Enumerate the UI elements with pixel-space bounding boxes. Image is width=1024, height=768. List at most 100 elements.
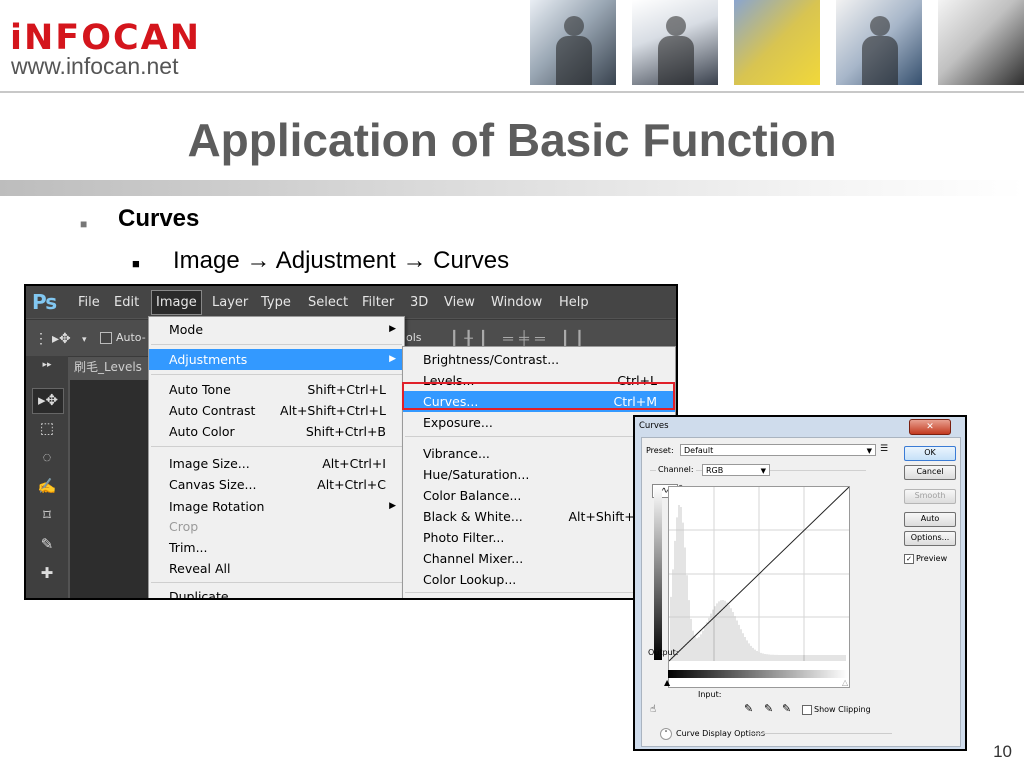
menu-item-shortcut: Shift+Ctrl+L bbox=[307, 382, 386, 397]
show-clipping-checkbox[interactable] bbox=[802, 705, 812, 715]
preview-label: Preview bbox=[916, 554, 948, 563]
header-photo-cables bbox=[734, 0, 820, 85]
grip-icon: ⋮ bbox=[34, 330, 48, 346]
menu-window[interactable]: Window bbox=[491, 295, 542, 310]
lasso-icon[interactable]: ◌ bbox=[32, 446, 62, 470]
menu-select[interactable]: Select bbox=[308, 295, 348, 310]
header-divider bbox=[0, 91, 1024, 93]
menu-type[interactable]: Type bbox=[261, 295, 291, 310]
chevron-down-icon[interactable]: ▾ bbox=[82, 334, 87, 345]
channel-label: Channel: bbox=[656, 465, 696, 474]
menu-item-label: Image Rotation bbox=[169, 499, 265, 514]
close-icon[interactable]: ✕ bbox=[909, 419, 951, 435]
dialog-body: Preset: Default ▼ ☰ Channel: RGB ▼ ∿ ✎ bbox=[641, 437, 961, 747]
align-icons[interactable]: ┃╂┃ ═╪═ ┃┃ bbox=[450, 330, 590, 347]
marquee-icon[interactable]: ⬚ bbox=[32, 417, 62, 441]
menu-item-reveal-all[interactable]: Reveal All bbox=[149, 558, 404, 579]
curve-graph-svg bbox=[668, 486, 850, 662]
preset-options-icon[interactable]: ☰ bbox=[880, 444, 888, 454]
menu-view[interactable]: View bbox=[444, 295, 475, 310]
options-button[interactable]: Options... bbox=[904, 531, 956, 546]
expand-options-icon[interactable]: ˅ bbox=[660, 728, 672, 740]
menu-item-auto-contrast[interactable]: Auto Contrast Alt+Shift+Ctrl+L bbox=[149, 400, 404, 421]
menu-item-crop[interactable]: Crop bbox=[149, 516, 404, 537]
healing-brush-icon[interactable]: ✚ bbox=[32, 562, 62, 586]
slide-title: Application of Basic Function bbox=[187, 114, 837, 166]
menu-item-label: Mode bbox=[169, 322, 204, 337]
show-clipping-label: Show Clipping bbox=[814, 705, 871, 714]
chevron-down-icon: ▼ bbox=[760, 467, 766, 475]
menu-separator bbox=[151, 374, 402, 375]
ok-button[interactable]: OK bbox=[904, 446, 956, 461]
target-adjust-icon[interactable]: ☝ bbox=[650, 704, 656, 715]
channel-dropdown[interactable]: RGB ▼ bbox=[702, 464, 770, 476]
menu-item-adjustments[interactable]: Adjustments ▶ bbox=[149, 349, 404, 370]
preset-dropdown[interactable]: Default ▼ bbox=[680, 444, 876, 456]
header-photo-keyboard bbox=[938, 0, 1024, 85]
black-point-slider-icon[interactable]: ▲ bbox=[664, 678, 670, 687]
dialog-title: Curves bbox=[639, 421, 669, 431]
menu-item-label: Trim... bbox=[169, 540, 208, 555]
page-number: 10 bbox=[993, 742, 1012, 761]
crop-icon[interactable]: ⌑ bbox=[32, 504, 62, 528]
white-eyedropper-icon[interactable]: ✎ bbox=[782, 702, 791, 715]
header-photo-office bbox=[836, 0, 922, 85]
move-tool-preset-icon[interactable]: ▸✥ bbox=[52, 330, 71, 347]
menu-help[interactable]: Help bbox=[559, 295, 589, 310]
menu-item-label: Hue/Saturation... bbox=[423, 467, 530, 482]
photoshop-screenshot: Ps File Edit Image Layer Type Select Filter 3D V… bbox=[24, 284, 678, 600]
menu-item-label: Duplicate... bbox=[169, 589, 241, 600]
smooth-button[interactable]: Smooth bbox=[904, 489, 956, 504]
infocan-logo: iNFOCAN bbox=[10, 18, 202, 58]
gray-eyedropper-icon[interactable]: ✎ bbox=[764, 702, 773, 715]
menu-item-shortcut: Alt+Ctrl+C bbox=[317, 477, 386, 492]
menu-item-image-size[interactable]: Image Size... Alt+Ctrl+I bbox=[149, 453, 404, 474]
menu-item-mode[interactable]: Mode ▶ bbox=[149, 319, 404, 340]
menu-filter[interactable]: Filter bbox=[362, 295, 394, 310]
menu-item-brightness-contrast[interactable]: Brightness/Contrast... bbox=[403, 349, 675, 370]
photoshop-logo: Ps bbox=[32, 290, 57, 314]
eyedropper-icon[interactable]: ✎ bbox=[32, 533, 62, 557]
menu-item-image-rotation[interactable]: Image Rotation ▶ bbox=[149, 496, 404, 517]
menu-separator bbox=[151, 344, 402, 345]
curve-graph[interactable] bbox=[668, 486, 850, 688]
tools-label: ols bbox=[406, 331, 422, 344]
ps-menubar: Ps File Edit Image Layer Type Select Filter 3D V… bbox=[26, 286, 676, 318]
bullet-menu-path: Image → Adjustment → Curves bbox=[173, 247, 510, 274]
input-gradient-bar bbox=[668, 670, 848, 678]
menu-item-label: Channel Mixer... bbox=[423, 551, 524, 566]
menu-item-label: Auto Contrast bbox=[169, 403, 256, 418]
image-menu: Mode ▶ Adjustments ▶ Auto Tone Shift+Ctrl+L Au… bbox=[148, 316, 405, 600]
preset-value: Default bbox=[684, 446, 714, 455]
logo-url: www.infocan.net bbox=[11, 53, 179, 79]
white-point-slider-icon[interactable]: △ bbox=[842, 678, 848, 687]
menu-3d[interactable]: 3D bbox=[410, 295, 428, 310]
output-label: Output: bbox=[648, 648, 679, 657]
menu-item-label: Adjustments bbox=[169, 352, 248, 367]
output-gradient-bar bbox=[654, 486, 662, 660]
menu-edit[interactable]: Edit bbox=[114, 295, 139, 310]
cancel-button[interactable]: Cancel bbox=[904, 465, 956, 480]
menu-item-label: Brightness/Contrast... bbox=[423, 352, 560, 367]
panel-expand-icon[interactable]: ▸▸ bbox=[32, 358, 62, 370]
menu-item-duplicate[interactable]: Duplicate... bbox=[149, 586, 404, 600]
preview-checkbox[interactable]: ✓ bbox=[904, 554, 914, 564]
auto-button[interactable]: Auto bbox=[904, 512, 956, 527]
menu-item-auto-tone[interactable]: Auto Tone Shift+Ctrl+L bbox=[149, 379, 404, 400]
move-icon[interactable]: ▸✥ bbox=[32, 388, 64, 414]
menu-item-label: Canvas Size... bbox=[169, 477, 257, 492]
document-tab[interactable]: 刷毛_Levels bbox=[74, 358, 142, 375]
menu-item-canvas-size[interactable]: Canvas Size... Alt+Ctrl+C bbox=[149, 474, 404, 495]
menu-image[interactable]: Image bbox=[151, 290, 202, 315]
menu-item-trim[interactable]: Trim... bbox=[149, 537, 404, 558]
chevron-down-icon: ▼ bbox=[866, 447, 872, 455]
quick-select-icon[interactable]: ✍ bbox=[32, 475, 62, 499]
menu-file[interactable]: File bbox=[78, 295, 100, 310]
bullet-marker-l1: ■ bbox=[80, 217, 88, 231]
menu-layer[interactable]: Layer bbox=[212, 295, 248, 310]
auto-select-checkbox[interactable] bbox=[100, 332, 112, 344]
header-photo-businessman bbox=[530, 0, 616, 85]
menu-item-label: Image Size... bbox=[169, 456, 250, 471]
black-eyedropper-icon[interactable]: ✎ bbox=[744, 702, 753, 715]
menu-item-auto-color[interactable]: Auto Color Shift+Ctrl+B bbox=[149, 421, 404, 442]
